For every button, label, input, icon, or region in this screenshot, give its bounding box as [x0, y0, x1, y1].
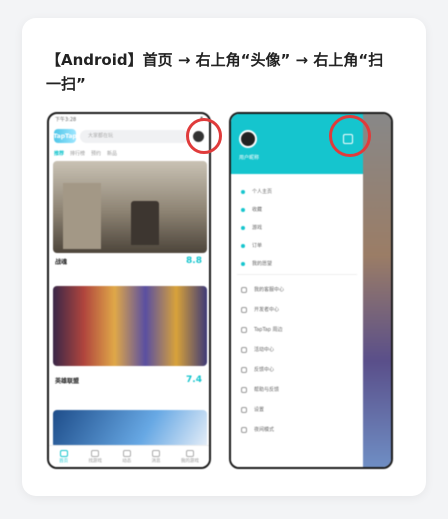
menu-item[interactable]: 活动中心: [241, 346, 274, 353]
game-title: 战魂: [55, 259, 68, 266]
game-title: 英雄联盟: [55, 378, 80, 385]
side-drawer: 用户昵称 个人主页 收藏 游戏 订单 我的愿望 我的客服中心 开发者中心 Tap…: [231, 114, 363, 467]
nav-discover[interactable]: 找游戏: [88, 449, 102, 464]
search-input[interactable]: 大家都在玩: [80, 129, 189, 143]
phone-screenshot-drawer: 用户昵称 个人主页 收藏 游戏 订单 我的愿望 我的客服中心 开发者中心 Tap…: [229, 112, 393, 469]
game-banner-image[interactable]: [53, 161, 207, 253]
nav-home[interactable]: 首页: [59, 449, 68, 464]
tab-rank[interactable]: 排行榜: [70, 150, 85, 157]
menu-item[interactable]: 反馈中心: [241, 366, 274, 373]
status-time: 下午3:28: [55, 117, 77, 123]
game-score: 8.8: [186, 256, 202, 266]
bottom-nav: 首页 找游戏 动态 消息 我的游戏: [49, 445, 209, 467]
menu-item[interactable]: TapTap 周边: [241, 326, 283, 333]
game-banner-image[interactable]: [53, 410, 207, 448]
feed-icon: [122, 449, 131, 457]
menu-item[interactable]: 收藏: [241, 206, 262, 213]
game-info-row: 英雄联盟: [55, 376, 205, 385]
nav-feed[interactable]: 动态: [122, 449, 131, 464]
game-score: 7.4: [186, 375, 202, 385]
avatar[interactable]: [239, 130, 257, 148]
tab-reserve[interactable]: 预约: [91, 150, 101, 157]
nav-my-games[interactable]: 我的游戏: [181, 449, 199, 464]
message-icon: [152, 449, 161, 457]
menu-item[interactable]: 我的客服中心: [241, 286, 284, 293]
status-bar: 下午3:28 ▮: [49, 114, 209, 125]
home-icon: [59, 449, 68, 457]
game-info-row: 战魂: [55, 257, 205, 266]
tab-new[interactable]: 新品: [107, 150, 117, 157]
tab-recommend[interactable]: 推荐: [54, 150, 64, 157]
discover-icon: [91, 449, 100, 457]
app-logo: TapTap: [53, 129, 77, 143]
highlight-circle-scan: [329, 115, 371, 157]
menu-item[interactable]: 我的愿望: [241, 260, 272, 267]
highlight-circle-avatar: [186, 118, 222, 154]
menu-item[interactable]: 夜间模式: [241, 426, 274, 433]
home-tabs: 推荐 排行榜 预约 新品: [54, 150, 117, 157]
top-bar: TapTap 大家都在玩: [49, 125, 209, 147]
menu-item[interactable]: 个人主页: [241, 188, 272, 195]
menu-item[interactable]: 游戏: [241, 224, 262, 231]
nav-messages[interactable]: 消息: [152, 449, 161, 464]
menu-item[interactable]: 帮助与反馈: [241, 386, 279, 393]
menu-item[interactable]: 订单: [241, 242, 262, 249]
game-banner-image[interactable]: [53, 286, 207, 366]
gamepad-icon: [185, 449, 194, 457]
user-name: 用户昵称: [239, 155, 260, 161]
menu-item[interactable]: 设置: [241, 406, 264, 413]
phone-screenshot-home: 下午3:28 ▮ TapTap 大家都在玩 推荐 排行榜 预约 新品 战魂 8.…: [47, 112, 211, 469]
divider: [237, 274, 357, 275]
instruction-title: 【Android】首页 → 右上角“头像” → 右上角“扫一扫”: [46, 51, 384, 93]
menu-item[interactable]: 开发者中心: [241, 306, 279, 313]
